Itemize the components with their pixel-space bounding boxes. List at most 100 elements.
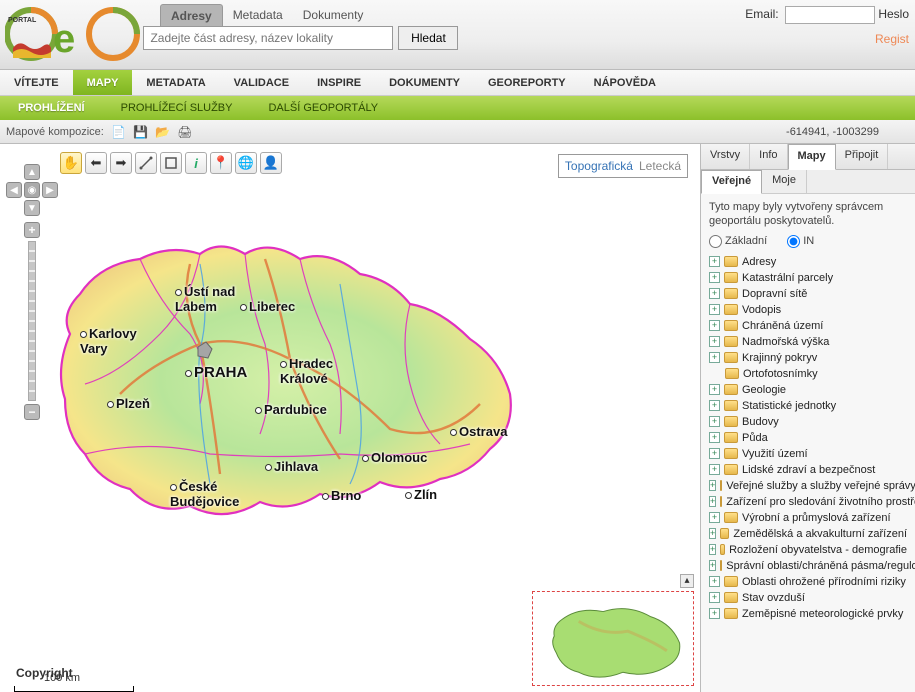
city-dot-icon [280, 361, 287, 368]
tree-item[interactable]: +Nadmořská výška [709, 334, 907, 350]
tree-item[interactable]: +Půda [709, 430, 907, 446]
nav-validace[interactable]: VALIDACE [220, 70, 303, 95]
globe-icon[interactable]: 🌐 [235, 152, 257, 174]
expand-icon[interactable]: + [709, 288, 720, 299]
tree-item[interactable]: +Krajinný pokryv [709, 350, 907, 366]
logo[interactable]: PORTAL e [0, 0, 150, 68]
folder-icon [724, 416, 738, 427]
expand-icon[interactable]: + [709, 560, 716, 571]
register-link[interactable]: Regist [875, 32, 909, 46]
layer-topo[interactable]: Topografická [565, 159, 633, 173]
expand-icon[interactable]: + [709, 256, 720, 267]
tree-item[interactable]: +Zeměpisné meteorologické prvky [709, 606, 907, 622]
overview-toggle-icon[interactable]: ▴ [680, 574, 694, 588]
expand-icon[interactable]: + [709, 464, 720, 475]
marker-icon[interactable]: 📍 [210, 152, 232, 174]
expand-icon[interactable]: + [709, 448, 720, 459]
layer-aerial[interactable]: Letecká [639, 159, 681, 173]
subnav-item[interactable]: DALŠÍ GEOPORTÁLY [250, 102, 396, 114]
tree-item[interactable]: Ortofotosnímky [725, 366, 907, 382]
open-comp-icon[interactable]: 📂 [154, 123, 172, 141]
side-subtab-moje[interactable]: Moje [762, 170, 807, 193]
nav-mapy[interactable]: MAPY [73, 70, 133, 95]
tree-item[interactable]: +Vodopis [709, 302, 907, 318]
side-tab-vrstvy[interactable]: Vrstvy [701, 144, 750, 169]
pan-tool-icon[interactable]: ✋ [60, 152, 82, 174]
email-field[interactable] [785, 6, 875, 24]
expand-icon[interactable]: + [709, 272, 720, 283]
filter-basic[interactable]: Základní [709, 235, 767, 248]
tree-item[interactable]: + Stav ovzduší [709, 590, 907, 606]
tree-item[interactable]: +Správní oblasti/chráněná pásma/regulova… [709, 558, 907, 574]
tree-label: Stav ovzduší [742, 592, 805, 604]
tree-item[interactable]: +Statistické jednotky [709, 398, 907, 414]
person-icon[interactable]: 👤 [260, 152, 282, 174]
expand-icon[interactable]: + [709, 480, 716, 491]
top-tab-dokumenty[interactable]: Dokumenty [293, 4, 374, 27]
expand-icon[interactable]: + [709, 576, 720, 587]
expand-icon[interactable]: + [709, 384, 720, 395]
expand-icon[interactable]: + [709, 416, 720, 427]
filter-inspire[interactable]: IN [787, 235, 814, 248]
expand-icon[interactable]: + [709, 544, 716, 555]
tree-item[interactable]: +Chráněná území [709, 318, 907, 334]
subnav-item[interactable]: PROHLÍŽENÍ [0, 102, 103, 114]
tree-item[interactable]: +Rozložení obyvatelstva - demografie [709, 542, 907, 558]
nav-nápověda[interactable]: NÁPOVĚDA [580, 70, 670, 95]
nav-metadata[interactable]: METADATA [132, 70, 219, 95]
expand-icon[interactable]: + [709, 352, 720, 363]
expand-icon[interactable]: + [709, 592, 720, 603]
side-subtab-veřejné[interactable]: Veřejné [701, 170, 762, 194]
expand-icon[interactable]: + [709, 496, 716, 507]
forward-icon[interactable]: ➡ [110, 152, 132, 174]
expand-icon[interactable]: + [709, 528, 716, 539]
tree-label: Adresy [742, 256, 776, 268]
expand-icon[interactable]: + [709, 432, 720, 443]
nav-vítejte[interactable]: VÍTEJTE [0, 70, 73, 95]
tree-item[interactable]: + Oblasti ohrožené přírodními riziky [709, 574, 907, 590]
tree-item[interactable]: +Lidské zdraví a bezpečnost [709, 462, 907, 478]
top-tab-metadata[interactable]: Metadata [223, 4, 293, 27]
expand-icon[interactable]: + [709, 400, 720, 411]
print-icon[interactable]: 🖨 [176, 123, 194, 141]
tree-item[interactable]: +Budovy [709, 414, 907, 430]
back-icon[interactable]: ⬅ [85, 152, 107, 174]
tree-item[interactable]: +Zemědělská a akvakulturní zařízení [709, 526, 907, 542]
side-tab-mapy[interactable]: Mapy [788, 144, 836, 170]
map-panel[interactable]: ✋ ⬅ ➡ i 📍 🌐 👤 Topografická Letecká ▲ ▼ ◀… [0, 144, 700, 692]
pan-up[interactable]: ▲ [24, 164, 40, 180]
nav-georeporty[interactable]: GEOREPORTY [474, 70, 580, 95]
expand-icon[interactable]: + [709, 512, 720, 523]
tree-item[interactable]: +Zařízení pro sledování životního prostř… [709, 494, 907, 510]
info-tool-icon[interactable]: i [185, 152, 207, 174]
nav-inspire[interactable]: INSPIRE [303, 70, 375, 95]
subnav-item[interactable]: PROHLÍŽECÍ SLUŽBY [103, 102, 251, 114]
side-tab-info[interactable]: Info [750, 144, 787, 169]
side-tab-připojit[interactable]: Připojit [836, 144, 889, 169]
save-comp-icon[interactable]: 💾 [132, 123, 150, 141]
tree-item[interactable]: +Výrobní a průmyslová zařízení [709, 510, 907, 526]
tree-item[interactable]: +Veřejné služby a služby veřejné správy [709, 478, 907, 494]
tree-item[interactable]: +Dopravní sítě [709, 286, 907, 302]
overview-map[interactable] [532, 591, 694, 686]
tree-item[interactable]: + Adresy [709, 254, 907, 270]
measure-line-icon[interactable] [135, 152, 157, 174]
tree-label: Oblasti ohrožené přírodními riziky [742, 576, 906, 588]
expand-icon[interactable]: + [709, 304, 720, 315]
expand-icon[interactable]: + [709, 320, 720, 331]
tree-item[interactable]: +Geologie [709, 382, 907, 398]
tree-item[interactable]: +Katastrální parcely [709, 270, 907, 286]
folder-icon [724, 512, 738, 523]
city-dot-icon [255, 407, 262, 414]
coords-display: -614941, -1003299 [786, 126, 909, 138]
search-button[interactable]: Hledat [398, 26, 458, 50]
expand-icon[interactable]: + [709, 336, 720, 347]
tree-item[interactable]: +Využití území [709, 446, 907, 462]
expand-icon[interactable]: + [709, 608, 720, 619]
measure-area-icon[interactable] [160, 152, 182, 174]
top-tab-adresy[interactable]: Adresy [160, 4, 223, 27]
map-canvas[interactable] [10, 184, 530, 554]
nav-dokumenty[interactable]: DOKUMENTY [375, 70, 474, 95]
search-input[interactable] [143, 26, 393, 50]
new-comp-icon[interactable]: 📄 [110, 123, 128, 141]
